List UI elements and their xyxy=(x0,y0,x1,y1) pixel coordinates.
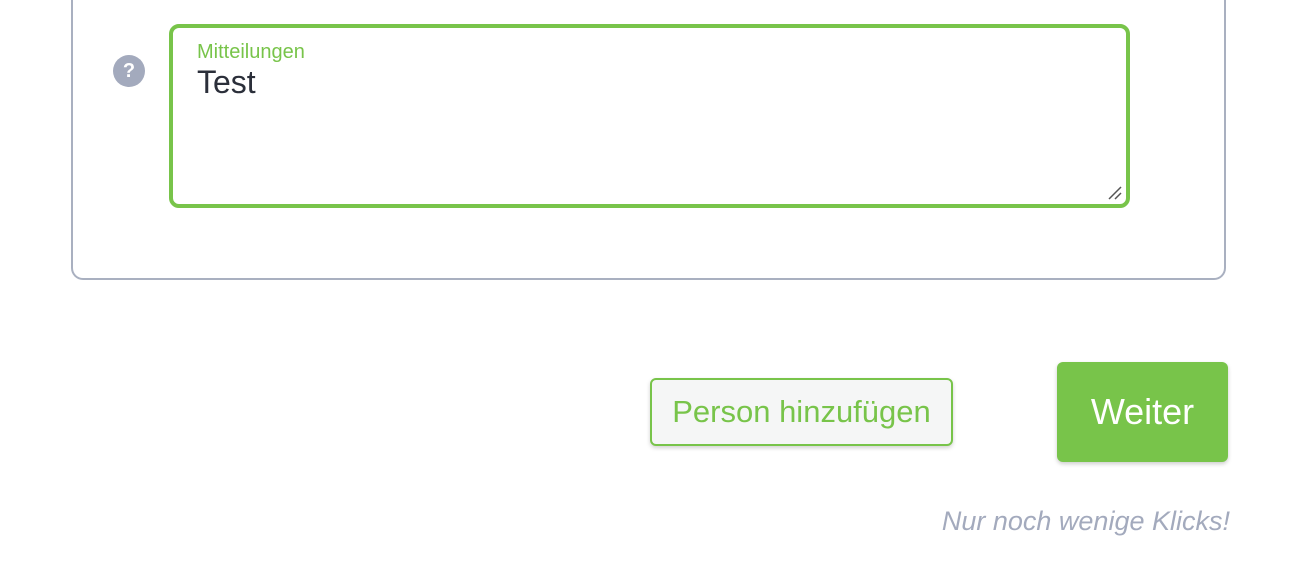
add-person-button[interactable]: Person hinzufügen xyxy=(650,378,953,446)
message-field-label: Mitteilungen xyxy=(197,41,305,63)
help-question-icon[interactable]: ? xyxy=(113,55,145,87)
message-field[interactable]: Mitteilungen Test xyxy=(169,24,1130,208)
page: ? Mitteilungen Test Person hinzufügen We… xyxy=(0,0,1306,582)
progress-hint: Nur noch wenige Klicks! xyxy=(941,506,1230,536)
next-button[interactable]: Weiter xyxy=(1057,362,1228,462)
message-textarea[interactable]: Test xyxy=(197,64,1097,184)
resize-handle-icon[interactable] xyxy=(1107,185,1123,201)
